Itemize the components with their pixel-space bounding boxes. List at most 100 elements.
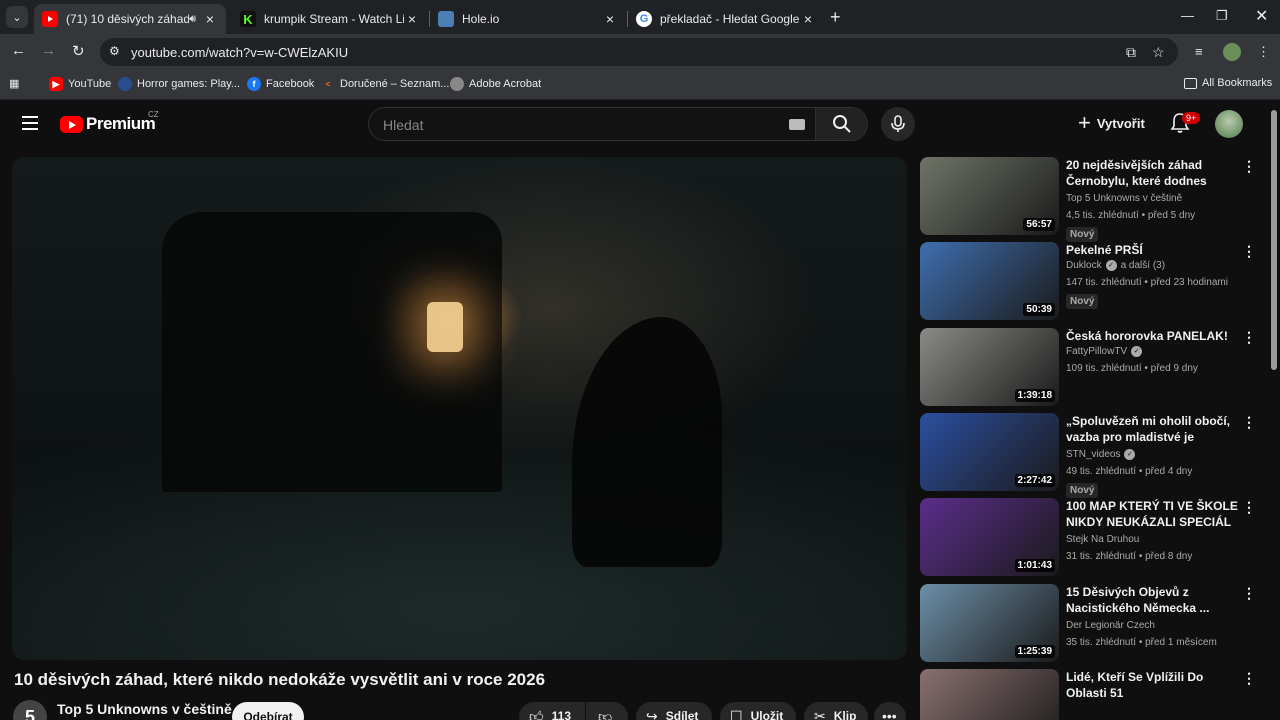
save-label: Uložit: [750, 709, 784, 720]
tab-kick[interactable]: K krumpik Stream - Watch Live on ×: [232, 4, 428, 34]
browser-menu-kebab-icon[interactable]: ⋮: [1257, 44, 1270, 60]
recommended-video[interactable]: Lidé, Kteří Se Vplížili Do Oblasti 51 ⋮: [918, 669, 1258, 720]
recommended-channel[interactable]: Der Legionär Czech: [1066, 620, 1155, 631]
keyboard-icon[interactable]: [789, 119, 805, 130]
more-options-kebab-icon[interactable]: ⋮: [1242, 671, 1256, 685]
bookmark-horror-games[interactable]: Horror games: Play...: [118, 77, 240, 91]
more-options-kebab-icon[interactable]: ⋮: [1242, 244, 1256, 258]
recommended-video[interactable]: 1:39:18 Česká hororovka PANELAK! FattyPill…: [918, 328, 1258, 408]
share-button[interactable]: ↪ Sdílet: [636, 702, 712, 720]
clip-button[interactable]: ✂ Klip: [804, 702, 868, 720]
like-button[interactable]: 👍︎ 113: [519, 702, 585, 720]
voice-search-button[interactable]: [881, 107, 915, 141]
recommended-video[interactable]: 50:39 Pekelné PRŠÍ Duklock ✓ a další (3) 147 …: [918, 242, 1258, 322]
bookmark-seznam[interactable]: < Doručené – Seznam...: [321, 77, 449, 91]
recommended-channel[interactable]: Duklock ✓ a další (3): [1066, 260, 1165, 271]
subscribe-button[interactable]: Odebírat: [232, 702, 304, 720]
recommended-video-title[interactable]: „Spoluvězeň mi oholil obočí, vazba pro m…: [1066, 413, 1238, 445]
bookmark-youtube[interactable]: ▶ YouTube: [49, 77, 111, 91]
all-bookmarks-folder[interactable]: All Bookmarks: [1184, 77, 1272, 89]
apps-grid-icon[interactable]: ▦: [9, 77, 19, 90]
recommended-video-title[interactable]: Česká hororovka PANELAK!: [1066, 328, 1238, 344]
more-options-kebab-icon[interactable]: ⋮: [1242, 500, 1256, 514]
tab-search-chevron-icon[interactable]: ⌄: [6, 6, 28, 28]
recommended-video-title[interactable]: 100 MAP KTERÝ TI VE ŠKOLE NIKDY NEUKÁZAL…: [1066, 498, 1238, 530]
search-button[interactable]: [816, 107, 868, 141]
video-player[interactable]: [12, 157, 907, 660]
browser-profile-avatar[interactable]: [1223, 43, 1241, 61]
more-options-kebab-icon[interactable]: ⋮: [1242, 586, 1256, 600]
recommended-channel[interactable]: FattyPillowTV ✓: [1066, 346, 1143, 357]
search-icon: [832, 115, 851, 133]
verified-check-icon: ✓: [1124, 449, 1136, 460]
new-badge: Nový: [1066, 227, 1099, 242]
page-scrollbar[interactable]: [1268, 100, 1280, 720]
seznam-bookmark-icon: <: [325, 79, 331, 89]
save-button[interactable]: ☐ Uložit: [720, 702, 796, 720]
youtube-premium-logo[interactable]: Premium CZ: [60, 110, 159, 134]
close-window-icon[interactable]: ✕: [1255, 6, 1268, 26]
scrollbar-thumb[interactable]: [1271, 110, 1277, 370]
more-options-kebab-icon[interactable]: ⋮: [1242, 330, 1256, 344]
holeio-favicon-icon: [438, 11, 454, 27]
recommended-video-title[interactable]: 15 Děsivých Objevů z Nacistického Německ…: [1066, 584, 1238, 616]
bookmark-facebook[interactable]: f Facebook: [247, 77, 314, 91]
carriage-silhouette: [162, 212, 502, 492]
video-meta: 4,5 tis. zhlédnutí • před 5 dny: [1066, 210, 1196, 221]
bookmark-star-icon[interactable]: ☆: [1152, 44, 1165, 61]
recommended-video[interactable]: 1:01:43 100 MAP KTERÝ TI VE ŠKOLE NIKDY N…: [918, 498, 1258, 578]
recommended-channel[interactable]: Stejk Na Druhou: [1066, 534, 1139, 545]
maximize-window-icon[interactable]: ❐: [1216, 8, 1228, 24]
video-thumbnail[interactable]: 1:39:18: [920, 328, 1059, 406]
close-tab-icon[interactable]: ×: [800, 11, 816, 27]
close-tab-icon[interactable]: ×: [404, 11, 420, 27]
tab-youtube[interactable]: (71) 10 děsivých záhad, které 🔊︎ ×: [34, 4, 226, 34]
address-bar[interactable]: ⚙︎ youtube.com/watch?v=w-CWElzAKIU ⧉ ☆: [100, 38, 1178, 66]
video-thumbnail[interactable]: 1:25:39: [920, 584, 1059, 662]
tab-holeio[interactable]: Hole.io ×: [430, 4, 626, 34]
channel-avatar[interactable]: 5: [13, 700, 47, 720]
install-app-icon[interactable]: ⧉: [1126, 44, 1136, 61]
recommended-video-title[interactable]: Lidé, Kteří Se Vplížili Do Oblasti 51: [1066, 669, 1238, 701]
video-thumbnail[interactable]: 50:39: [920, 242, 1059, 320]
more-actions-button[interactable]: •••: [874, 702, 906, 720]
video-thumbnail[interactable]: [920, 669, 1059, 720]
tab-google[interactable]: G překladač - Hledat Googlem ×: [628, 4, 824, 34]
recommended-video-title[interactable]: Pekelné PRŠÍ: [1066, 242, 1238, 258]
url-text[interactable]: youtube.com/watch?v=w-CWElzAKIU: [131, 45, 348, 60]
reload-icon[interactable]: ↻: [72, 42, 85, 60]
create-button[interactable]: + Vytvořit: [1078, 112, 1145, 134]
new-tab-plus-icon[interactable]: +: [830, 7, 841, 28]
folder-icon: [1184, 77, 1197, 89]
guide-menu-icon[interactable]: [22, 116, 38, 134]
video-thumbnail[interactable]: 56:57: [920, 157, 1059, 235]
bookmark-adobe[interactable]: Adobe Acrobat: [450, 77, 541, 91]
recommended-video[interactable]: 2:27:42 „Spoluvězeň mi oholil obočí, vazb…: [918, 413, 1258, 498]
recommended-video-title[interactable]: 20 nejděsivějších záhad Černobylu, které…: [1066, 157, 1238, 189]
like-count: 113: [551, 709, 571, 720]
audio-playing-icon[interactable]: 🔊︎: [189, 13, 196, 26]
minimize-window-icon[interactable]: —: [1181, 8, 1194, 23]
forward-arrow-icon[interactable]: →: [41, 42, 56, 59]
dislike-button[interactable]: 👎︎: [586, 702, 628, 720]
close-tab-icon[interactable]: ×: [602, 11, 618, 27]
more-options-kebab-icon[interactable]: ⋮: [1242, 159, 1256, 173]
back-arrow-icon[interactable]: ←: [11, 42, 26, 59]
globe-bookmark-icon: [450, 77, 464, 91]
recommended-video[interactable]: 1:25:39 15 Děsivých Objevů z Nacistického…: [918, 584, 1258, 664]
more-options-kebab-icon[interactable]: ⋮: [1242, 415, 1256, 429]
recommended-channel[interactable]: Top 5 Unknowns v češtině: [1066, 193, 1182, 204]
close-tab-icon[interactable]: ×: [202, 11, 218, 27]
recommended-channel[interactable]: STN_videos ✓: [1066, 449, 1136, 460]
reading-list-icon[interactable]: ≡: [1195, 44, 1203, 59]
microphone-icon: [891, 115, 905, 132]
site-settings-icon[interactable]: ⚙︎: [109, 44, 120, 58]
search-input[interactable]: Hledat: [368, 107, 816, 141]
verified-check-icon: ✓: [1105, 260, 1117, 271]
channel-name[interactable]: Top 5 Unknowns v češtině: [57, 701, 232, 717]
browser-toolbar: ← → ↻ ⚙︎ youtube.com/watch?v=w-CWElzAKIU…: [0, 34, 1280, 70]
video-thumbnail[interactable]: 1:01:43: [920, 498, 1059, 576]
video-thumbnail[interactable]: 2:27:42: [920, 413, 1059, 491]
recommended-video[interactable]: 56:57 20 nejděsivějších záhad Černobylu, …: [918, 157, 1258, 242]
account-avatar[interactable]: [1215, 110, 1243, 138]
